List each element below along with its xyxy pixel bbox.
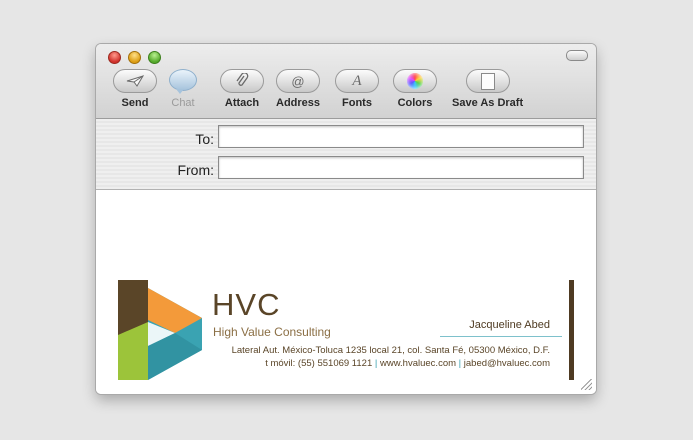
fonts-label: Fonts [342, 97, 372, 109]
colors-button[interactable]: Colors [393, 69, 437, 109]
paperclip-icon [220, 69, 264, 93]
company-tagline: High Value Consulting [213, 325, 331, 339]
mail-compose-window: Send Chat Attach @ Address A Fonts Color… [96, 44, 596, 394]
fonts-icon: A [335, 69, 379, 93]
toolbar: Send Chat Attach @ Address A Fonts Color… [96, 44, 596, 119]
send-label: Send [121, 97, 149, 109]
resize-grip-icon[interactable] [581, 379, 592, 390]
toolbar-toggle-button[interactable] [566, 50, 588, 61]
signature-accent-bar [569, 280, 574, 380]
signature-website: www.hvaluec.com [379, 358, 457, 369]
send-icon [113, 69, 157, 93]
colors-label: Colors [397, 97, 433, 109]
save-as-draft-button[interactable]: Save As Draft [452, 69, 523, 109]
close-window-button[interactable] [108, 51, 121, 64]
send-button[interactable]: Send [113, 69, 157, 109]
draft-icon [465, 69, 510, 93]
to-label: To: [195, 131, 214, 147]
message-header: To: From: [96, 119, 596, 190]
address-label: Address [276, 97, 321, 109]
color-wheel-icon [393, 69, 437, 93]
chat-button[interactable]: Chat [169, 69, 197, 109]
message-body[interactable]: HVC High Value Consulting Jacqueline Abe… [96, 190, 596, 394]
from-label: From: [177, 162, 214, 178]
separator: | [374, 358, 378, 369]
chat-icon [169, 69, 197, 94]
address-button[interactable]: @ Address [276, 69, 320, 109]
signature-name: Jacqueline Abed [469, 319, 550, 331]
zoom-window-button[interactable] [148, 51, 161, 64]
signature-email: jabed@hvaluec.com [463, 358, 550, 369]
chat-label: Chat [171, 97, 195, 109]
fonts-button[interactable]: A Fonts [335, 69, 379, 109]
signature-phone: t móvil: (55) 551069 1121 [265, 358, 373, 369]
signature-contact: t móvil: (55) 551069 1121 | www.hvaluec.… [265, 358, 550, 369]
at-icon: @ [276, 69, 321, 93]
attach-label: Attach [224, 97, 260, 109]
signature-divider [440, 336, 562, 337]
from-field[interactable] [218, 156, 584, 179]
hvc-logo [118, 280, 202, 380]
minimize-window-button[interactable] [128, 51, 141, 64]
attach-button[interactable]: Attach [220, 69, 264, 109]
email-signature: HVC High Value Consulting Jacqueline Abe… [118, 280, 574, 380]
company-name: HVC [212, 287, 281, 322]
save-as-draft-label: Save As Draft [452, 97, 524, 109]
signature-address: Lateral Aut. México-Toluca 1235 local 21… [231, 345, 550, 356]
to-field[interactable] [218, 125, 584, 148]
separator: | [458, 358, 462, 369]
